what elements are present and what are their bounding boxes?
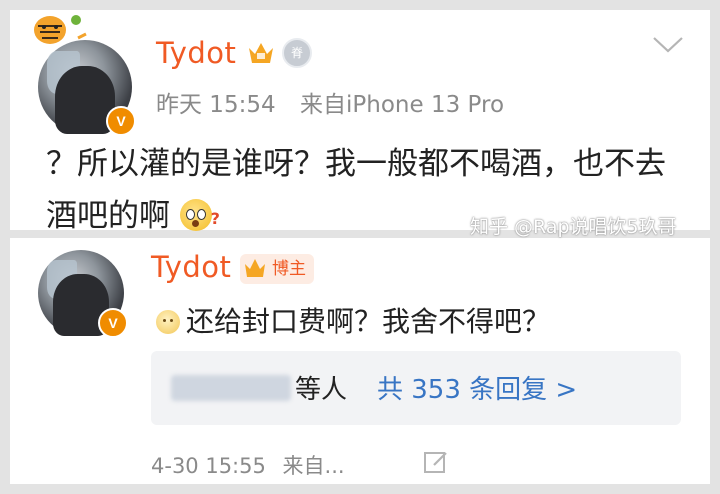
reply-card: V Tydot 博主 还给封口费啊？我舍不得吧？ 等人 共 353 条回复 > … [10, 238, 710, 484]
blogger-badge: 博主 [240, 254, 314, 284]
blogger-badge-label: 博主 [272, 259, 306, 279]
watermark: 知乎 @Rap说唱饮5玖哥 [470, 216, 677, 238]
post-source: 来自iPhone 13 Pro [300, 92, 505, 118]
edit-icon[interactable] [422, 448, 450, 476]
vip-crown-icon [249, 43, 273, 63]
crown-icon [245, 259, 265, 277]
others-label: 等人 [295, 375, 348, 405]
avatar[interactable]: V [38, 40, 136, 136]
post-card: V Tydot 脊 昨天 15:54 来自iPhone 13 Pro ？所以灌的… [10, 10, 710, 234]
reply-source: 来自... [282, 454, 345, 478]
avatar[interactable]: V [38, 250, 128, 338]
reply-time: 4-30 15:55 [151, 454, 266, 478]
reply-text-content: 还给封口费啊？我舍不得吧？ [186, 305, 551, 338]
verified-badge-icon: V [98, 308, 128, 338]
surprised-emoji-icon: ? [179, 199, 220, 231]
sad-emoji-icon [156, 310, 180, 334]
reply-username[interactable]: Tydot [151, 250, 231, 284]
tiger-pendant-icon [34, 15, 87, 44]
blurred-usernames [171, 375, 291, 401]
chevron-down-icon[interactable] [652, 36, 684, 54]
reply-meta: 4-30 15:55 来自... [151, 450, 345, 480]
username[interactable]: Tydot [156, 36, 236, 70]
view-replies-link[interactable]: 共 353 条回复 > [377, 369, 577, 406]
sub-replies-box[interactable]: 等人 共 353 条回复 > [151, 351, 681, 425]
post-time: 昨天 15:54 [156, 92, 276, 118]
verified-badge-icon: V [106, 106, 136, 136]
reply-text: 还给封口费啊？我舍不得吧？ [156, 300, 550, 340]
medal-icon: 脊 [282, 38, 312, 68]
